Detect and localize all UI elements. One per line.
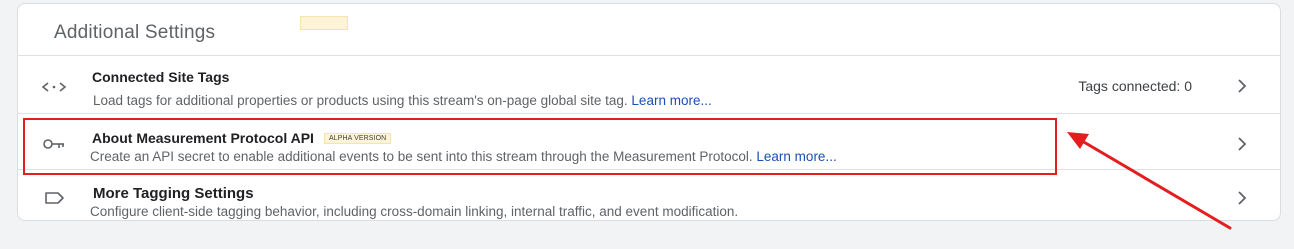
chevron-right-icon[interactable] — [1234, 136, 1250, 152]
row-description: Load tags for additional properties or p… — [93, 93, 712, 108]
row-description-text: Create an API secret to enable additiona… — [90, 149, 753, 164]
row-description-text: Load tags for additional properties or p… — [93, 93, 628, 108]
key-icon — [43, 139, 64, 149]
title-highlight-mark — [300, 16, 348, 30]
row-description: Configure client-side tagging behavior, … — [90, 204, 739, 219]
row-description: Create an API secret to enable additiona… — [90, 149, 837, 164]
more-tagging-settings-row[interactable]: More Tagging Settings Configure client-s… — [18, 169, 1280, 221]
code-brackets-icon — [41, 82, 67, 92]
row-title-text: About Measurement Protocol API — [92, 130, 314, 146]
label-tag-icon — [45, 192, 64, 204]
row-title: About Measurement Protocol API ALPHA VERS… — [92, 130, 392, 146]
learn-more-link[interactable]: Learn more... — [631, 93, 711, 108]
row-title: Connected Site Tags — [92, 69, 230, 85]
chevron-right-icon[interactable] — [1234, 190, 1250, 206]
connected-site-tags-row[interactable]: Connected Site Tags Load tags for additi… — [18, 55, 1280, 113]
section-title: Additional Settings — [54, 22, 216, 43]
chevron-right-icon[interactable] — [1234, 78, 1250, 94]
learn-more-link[interactable]: Learn more... — [756, 149, 836, 164]
tags-connected-status: Tags connected: 0 — [1078, 78, 1192, 94]
alpha-version-badge: ALPHA VERSION — [323, 133, 392, 144]
additional-settings-card: Additional Settings Connected Site Tags … — [17, 3, 1281, 221]
row-title: More Tagging Settings — [93, 185, 254, 202]
measurement-protocol-api-row[interactable]: About Measurement Protocol API ALPHA VERS… — [18, 113, 1280, 169]
